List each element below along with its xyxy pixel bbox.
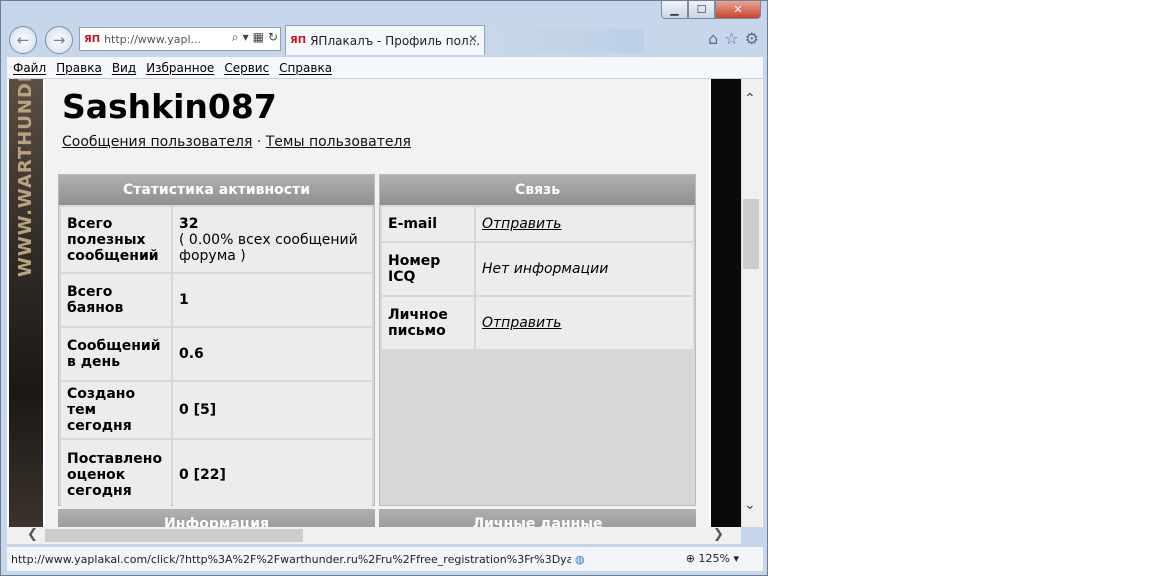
menu-edit[interactable]: Правка [56,61,102,75]
vertical-scroll-thumb[interactable] [743,199,759,269]
menu-favorites[interactable]: Избранное [146,61,214,75]
tab-close-icon[interactable]: ✕ [468,32,478,46]
profile-page: Sashkin087 Сообщения пользователя · Темы… [45,79,709,527]
favorites-star-icon[interactable]: ☆ [724,29,738,48]
stat-note: ( 0.00% всех сообщений форума ) [179,231,358,264]
back-button[interactable]: ← [9,26,37,54]
stat-value-cell: 32( 0.00% всех сообщений форума ) [173,207,372,272]
menu-help[interactable]: Справка [279,61,332,75]
address-bar[interactable]: ЯП http://www.yapl... ⌕ ▾ ▦ ↻ [79,27,281,51]
table-row: Создано тем сегодня 0 [5] [61,382,372,438]
send-email-link[interactable]: Отправить [476,207,693,241]
search-icon[interactable]: ⌕ [232,30,239,45]
stat-value: 32 [179,215,199,232]
stat-label: Создано тем сегодня [61,382,171,438]
tab-favicon-icon: ЯП [290,35,307,46]
minimize-button[interactable]: ▁ [661,1,688,19]
contact-label: E-mail [382,207,474,241]
table-row: Номер ICQ Нет информации [382,243,693,295]
stat-value: 0 [5] [173,382,372,438]
scroll-left-icon[interactable]: ❮ [27,527,38,542]
ie-loading-icon: ◍ [575,552,585,566]
address-url: http://www.yapl... [104,32,202,46]
status-bar: http://www.yaplakal.com/click/?http%3A%2… [7,546,763,571]
activity-stats-panel: Статистика активности Всего полезных соо… [58,174,375,510]
gear-icon[interactable]: ⚙ [745,29,759,48]
zoom-icon: ⊕ [685,552,696,565]
status-url: http://www.yaplakal.com/click/?http%3A%2… [11,552,571,566]
compatibility-icon[interactable]: ▦ [253,30,264,45]
menu-tools[interactable]: Сервис [224,61,269,75]
contact-panel: Связь E-mail Отправить Номер ICQ Нет инф… [379,174,696,506]
maximize-button[interactable]: ☐ [688,1,715,19]
menu-bar: Файл Правка Вид Избранное Сервис Справка [7,57,763,79]
site-favicon-icon: ЯП [84,33,101,45]
zoom-control[interactable]: ⊕ 125% ▾ [686,552,739,565]
forward-button[interactable]: → [45,26,73,54]
icq-value: Нет информации [476,243,693,295]
ad-banner-right[interactable] [711,79,741,527]
activity-stats-header: Статистика активности [59,175,374,205]
scroll-right-icon[interactable]: ❯ [713,527,724,542]
menu-file[interactable]: Файл [13,61,46,75]
personal-panel-header: Личные данные [379,509,696,527]
link-separator: · [252,134,266,150]
close-button[interactable]: ✕ [715,1,761,19]
navigation-bar: ← → ЯП http://www.yapl... ⌕ ▾ ▦ ↻ ЯП ЯПл… [7,23,763,57]
stat-label: Сообщений в день [61,328,171,380]
username-title: Sashkin087 [62,87,277,126]
stat-value: 0.6 [173,328,372,380]
contact-label: Номер ICQ [382,243,474,295]
new-tab-area[interactable] [489,29,644,53]
active-tab[interactable]: ЯП ЯПлакалъ - Профиль пол... ✕ [285,25,485,55]
zoom-dropdown-icon: ▾ [733,552,739,565]
table-row: Личное письмо Отправить [382,297,693,349]
scroll-up-icon[interactable]: ⌃ [744,91,756,107]
user-topics-link[interactable]: Темы пользователя [266,134,411,150]
browser-window: ▁ ☐ ✕ ← → ЯП http://www.yapl... ⌕ ▾ ▦ ↻ … [0,0,768,576]
contact-header: Связь [380,175,695,205]
profile-links: Сообщения пользователя · Темы пользовате… [62,134,411,150]
stat-value: 1 [173,274,372,326]
dropdown-icon[interactable]: ▾ [243,30,249,45]
horizontal-scroll-thumb[interactable] [45,529,303,542]
home-icon[interactable]: ⌂ [708,29,718,48]
stat-label: Всего полезных сообщений [61,207,171,272]
page-viewport: WWW.WARTHUNDE Sashkin087 Сообщения польз… [7,79,763,527]
stat-label: Поставлено оценок сегодня [61,440,171,510]
ad-text: WWW.WARTHUNDE [15,79,36,277]
table-row: Сообщений в день 0.6 [61,328,372,380]
tab-title: ЯПлакалъ - Профиль пол... [310,33,481,48]
contact-label: Личное письмо [382,297,474,349]
user-messages-link[interactable]: Сообщения пользователя [62,134,252,150]
contact-table: E-mail Отправить Номер ICQ Нет информаци… [380,205,695,351]
info-panel-header: Информация [58,509,375,527]
activity-stats-table: Всего полезных сообщений 32( 0.00% всех … [59,205,374,512]
stat-value: 0 [22] [173,440,372,510]
refresh-icon[interactable]: ↻ [268,30,278,45]
ad-banner-left[interactable]: WWW.WARTHUNDE [9,79,43,527]
table-row: E-mail Отправить [382,207,693,241]
table-row: Всего полезных сообщений 32( 0.00% всех … [61,207,372,272]
table-row: Всего баянов 1 [61,274,372,326]
scroll-down-icon[interactable]: ⌄ [744,497,756,513]
zoom-level: 125% [698,552,730,565]
table-row: Поставлено оценок сегодня 0 [22] [61,440,372,510]
menu-view[interactable]: Вид [112,61,136,75]
stat-label: Всего баянов [61,274,171,326]
window-controls: ▁ ☐ ✕ [661,1,761,19]
send-pm-link[interactable]: Отправить [476,297,693,349]
vertical-scrollbar[interactable] [741,79,762,527]
